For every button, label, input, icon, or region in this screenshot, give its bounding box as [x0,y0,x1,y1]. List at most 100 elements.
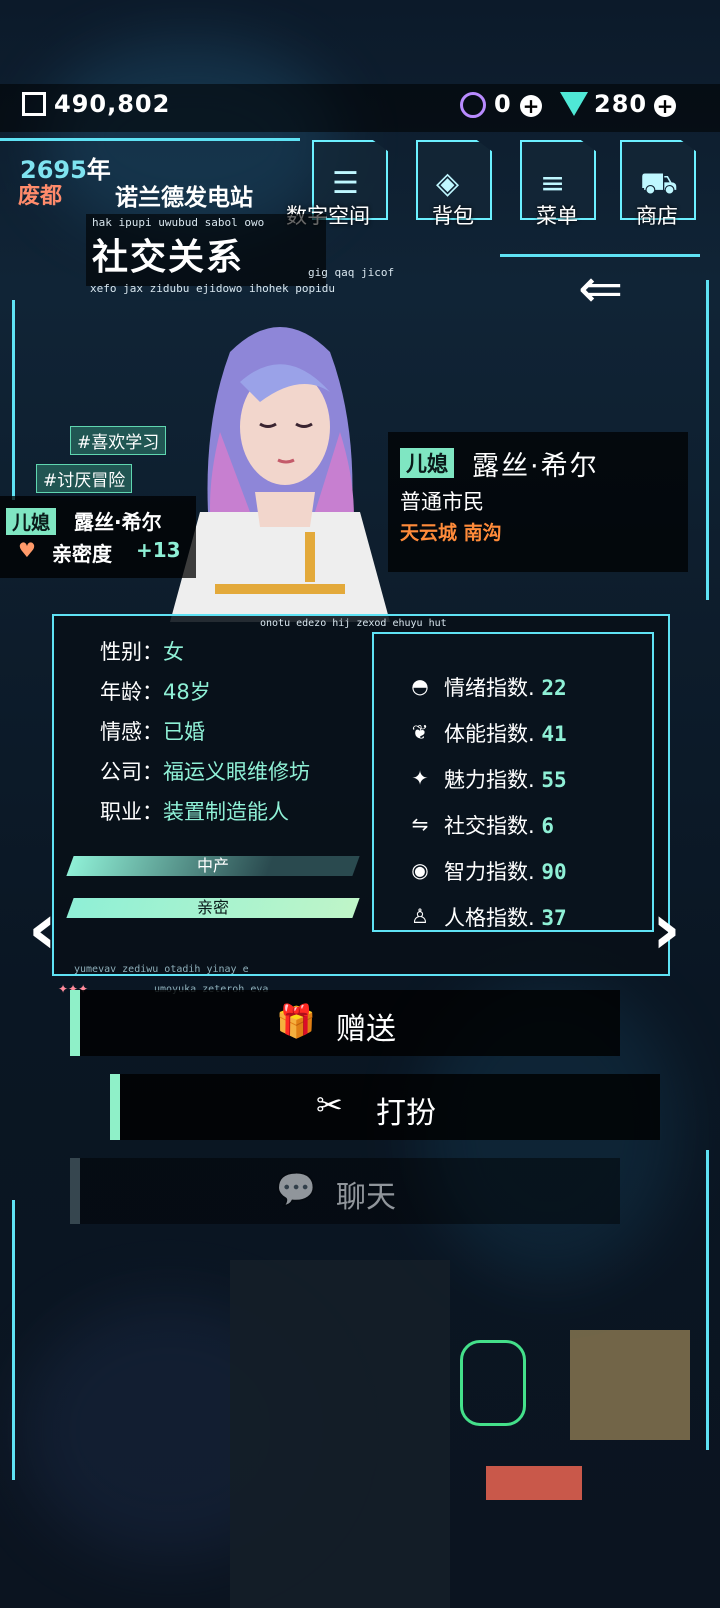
gem-a-count: 0 [494,90,512,118]
tag-likes: #喜欢学习 [70,426,167,455]
stat-charm-value: 55 [541,768,567,792]
personality-icon: ♙ [411,904,429,928]
gem-a-icon [460,92,486,118]
stat-stamina-label: 体能指数. [444,722,535,746]
stat-stamina-value: 41 [541,722,567,746]
wealth-bar: 中产 [66,856,360,876]
chat-label: 聊天 [336,1180,396,1215]
info-character-name: 露丝·希尔 [472,451,599,482]
company-value: 福运义眼维修坊 [163,760,310,784]
gem-b-icon [560,92,588,116]
chat-icon: 💬 [276,1170,316,1208]
info-class: 普通市民 [400,490,484,514]
heart-icon: ♥ [18,538,36,562]
chat-button[interactable]: 💬 聊天 [70,1158,620,1224]
glitch-text-right: gig qaq jicof [308,266,395,279]
stat-intellect-value: 90 [541,860,567,884]
intimacy-value: +13 [136,538,181,562]
stat-social: 社交指数. 6 [444,810,554,840]
mood-icon: ◓ [411,674,429,698]
add-gem-b-button[interactable]: + [654,95,676,117]
stat-charm: 魅力指数. 55 [444,764,567,794]
frame-bottom-right [706,1150,709,1450]
intimacy-bar-label: 亲密 [196,898,229,917]
frame-right [706,280,709,600]
frame-left [12,300,15,500]
charm-icon: ✦ [411,766,429,790]
gift-icon: 🎁 [276,1002,316,1040]
profile-row-company: 公司：福运义眼维修坊 [100,756,310,786]
coin-count: 490,802 [54,90,171,118]
add-gem-a-button[interactable]: + [520,95,542,117]
bg-building [230,1260,450,1608]
character-portrait [170,327,390,622]
stat-social-value: 6 [541,814,555,838]
social-icon: ⇋ [411,812,429,836]
nav-label-shop: 商店 [636,204,678,228]
page-title: 社交关系 [92,237,245,278]
profile-row-relationship: 情感：已婚 [100,716,205,746]
gender-label: 性别： [100,640,163,664]
stat-mood-value: 22 [541,676,567,700]
bag-icon: ◈ [436,166,460,201]
gift-button[interactable]: 🎁 赠送 [70,990,620,1056]
glitch-text-bottom: xefo jax zidubu ejidowo ihohek popidu [90,282,336,295]
stat-mood: 情绪指数. 22 [444,672,567,702]
city-name: 废都 [18,184,63,209]
intimacy-bar: 亲密 [66,898,360,918]
header-frame-line [0,138,300,141]
job-label: 职业： [100,800,163,824]
year-unit: 年 [86,156,111,184]
job-value: 装置制造能人 [163,800,289,824]
stat-personality-label: 人格指数. [444,906,535,930]
bg-sign-board [486,1466,582,1500]
intellect-icon: ◉ [411,858,429,882]
relationship-label: 情感： [100,720,163,744]
tag-dislikes: #讨厌冒险 [36,464,133,493]
character-name: 露丝·希尔 [74,510,162,534]
intimacy-label: 亲密度 [52,542,112,566]
age-label: 年龄： [100,680,163,704]
company-label: 公司： [100,760,163,784]
age-value: 48岁 [163,680,211,704]
dress-button[interactable]: ✂ 打扮 [110,1074,660,1140]
info-location: 天云城 南沟 [400,522,502,544]
stat-mood-label: 情绪指数. [444,676,535,700]
stat-stamina: 体能指数. 41 [444,718,567,748]
profile-row-gender: 性别：女 [100,636,184,666]
stat-intellect: 智力指数. 90 [444,856,567,886]
stat-social-label: 社交指数. [444,814,535,838]
nav-label-backpack: 背包 [432,204,474,228]
relationship-value: 已婚 [163,720,205,744]
bg-window-light [570,1330,690,1440]
coin-icon [22,92,46,116]
dress-label: 打扮 [376,1096,436,1131]
name-card: 儿媳 露丝·希尔 ♥ 亲密度 +13 [0,496,196,578]
station-name: 诺兰德发电站 [115,185,253,211]
gift-label: 赠送 [336,1012,396,1047]
profile-row-job: 职业：装置制造能人 [100,796,289,826]
info-card: 儿媳 露丝·希尔 普通市民 天云城 南沟 [388,432,688,572]
profile-row-age: 年龄：48岁 [100,676,211,706]
back-arrow-icon[interactable]: ⇐ [578,262,623,316]
next-character-arrow[interactable]: › [652,894,681,964]
stat-personality: 人格指数. 37 [444,902,567,932]
info-relation-badge: 儿媳 [400,448,454,478]
relation-badge: 儿媳 [6,508,57,535]
gem-b-count: 280 [594,90,648,118]
panel-glitch-text: onotu edezo hij zexod ehuyu hut [260,618,447,629]
stat-charm-label: 魅力指数. [444,768,535,792]
panel-footer-text-1: yumevav zediwu otadih yinay e [74,964,249,975]
layers-icon: ☰ [332,166,359,201]
stamina-icon: ❦ [411,720,429,744]
stat-personality-value: 37 [541,906,567,930]
bg-neon-sign [460,1340,526,1426]
menu-icon: ≡ [540,166,566,201]
stat-intellect-label: 智力指数. [444,860,535,884]
previous-character-arrow[interactable]: ‹ [28,894,57,964]
frame-bottom-left [12,1200,15,1480]
nav-label-menu: 菜单 [536,204,578,228]
wealth-bar-label: 中产 [196,856,229,875]
dress-icon: ✂ [316,1086,343,1124]
gender-value: 女 [163,640,184,664]
